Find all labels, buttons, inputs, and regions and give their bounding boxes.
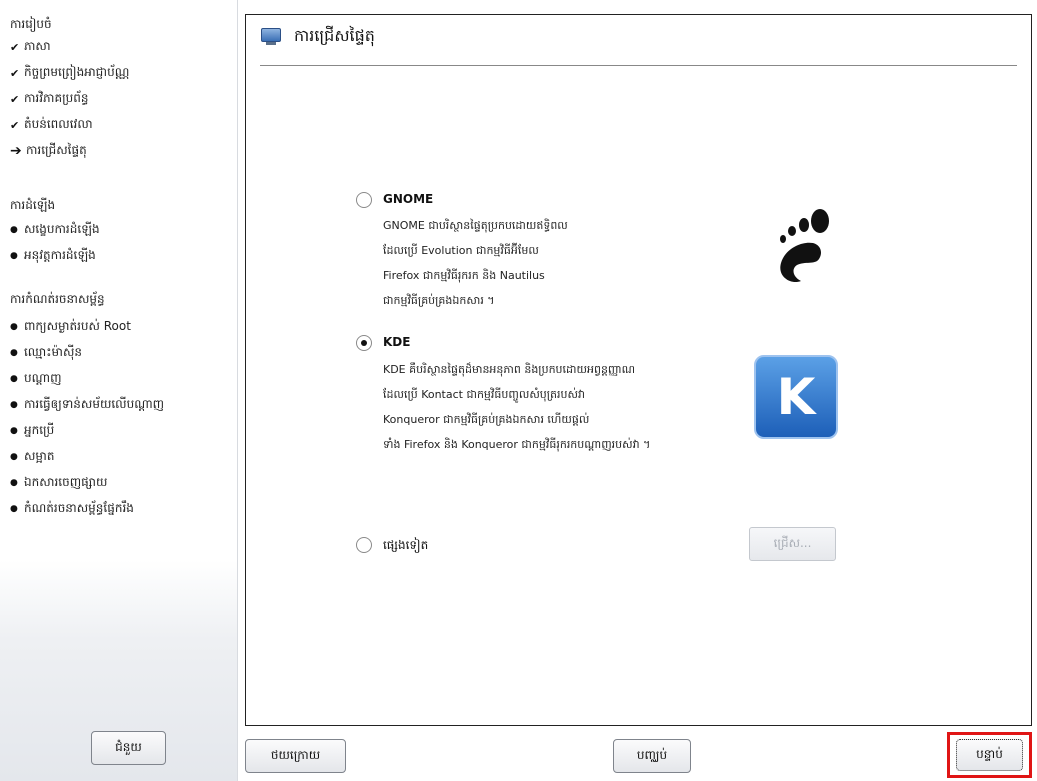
sidebar-step-label: ឯកសារចេញផ្សាយ	[24, 475, 108, 489]
section-title-configuration: ការកំណត់រចនាសម្ព័ន្ធ	[10, 292, 105, 306]
cancel-button[interactable]: បញ្ឈប់	[613, 739, 691, 773]
kde-description: KDE គឺបរិស្ថានផ្ទៃតុដ៏មានអនុភាព និងប្រកប…	[383, 357, 650, 457]
bullet-icon: ●	[10, 478, 18, 488]
checkmark-icon: ✔	[10, 40, 20, 54]
gnome-desc-line: ដែលប្រើ Evolution ជាកម្មវិធីអ៊ីមែល	[383, 244, 539, 257]
kde-desc-line: Konqueror ជាកម្មវិធីគ្រប់គ្រងឯកសារ ហើយផ្…	[383, 413, 590, 426]
sidebar-step-item: ● អនុវត្តការដំឡើង	[10, 247, 96, 265]
sidebar-step-label: កិច្ចព្រមព្រៀងអាជ្ញាប័ណ្ណ	[24, 65, 130, 79]
gnome-desc-line: GNOME ជាបរិស្ថានផ្ទៃតុប្រកបដោយឥទ្ធិពល	[383, 219, 568, 232]
sidebar-step-item: ● ឯកសារចេញផ្សាយ	[10, 474, 107, 492]
bullet-icon: ●	[10, 322, 18, 332]
sidebar-step-label: បណ្ដាញ	[24, 371, 62, 385]
sidebar-step-item: ● ពាក្យសម្ងាត់របស់ Root	[10, 318, 131, 336]
bullet-icon: ●	[10, 225, 18, 235]
gnome-radio[interactable]	[356, 192, 372, 208]
choose-button: ជ្រើស...	[749, 527, 836, 561]
sidebar-step-item: ✔ កិច្ចព្រមព្រៀងអាជ្ញាប័ណ្ណ	[10, 64, 129, 82]
sidebar-step-item: ● កំណត់រចនាសម្ព័ន្ធផ្នែករឹង	[10, 500, 134, 518]
kde-option-label[interactable]: KDE	[383, 335, 410, 349]
bullet-icon: ●	[10, 251, 18, 261]
kde-logo-icon: K	[754, 355, 838, 439]
page-title: ការជ្រើសផ្ទៃតុ	[294, 26, 375, 45]
gnome-description: GNOME ជាបរិស្ថានផ្ទៃតុប្រកបដោយឥទ្ធិពល ដែ…	[383, 213, 568, 313]
sidebar-step-item: ➔ ការជ្រើសផ្ទៃតុ	[10, 142, 87, 160]
sidebar-step-item: ● សង្ខេបការដំឡើង	[10, 221, 100, 239]
sidebar-step-label: ការវិភាគប្រព័ន្ធ	[24, 91, 89, 105]
sidebar-step-label: អ្នកប្រើ	[24, 423, 55, 437]
sidebar-step-item: ✔ តំបន់ពេលវេលា	[10, 116, 93, 134]
other-option-label[interactable]: ផ្សេងទៀត	[383, 537, 428, 555]
kde-desc-line: ដែលប្រើ Kontact ជាកម្មវិធីបញ្ចូលសំបុត្ររ…	[383, 388, 585, 401]
other-radio[interactable]	[356, 537, 372, 553]
bullet-icon: ●	[10, 374, 18, 384]
gnome-desc-line: ជាកម្មវិធីគ្រប់គ្រងឯកសារ ។	[383, 294, 495, 307]
kde-logo-letter: K	[776, 368, 816, 426]
sidebar-step-label: កំណត់រចនាសម្ព័ន្ធផ្នែករឹង	[24, 501, 134, 515]
bullet-icon: ●	[10, 426, 18, 436]
kde-radio[interactable]	[356, 335, 372, 351]
steps-sidebar: ការរៀបចំ ✔ ភាសា ✔ កិច្ចព្រមព្រៀងអាជ្ញាប័ណ្ណ…	[0, 0, 238, 781]
kde-desc-line: KDE គឺបរិស្ថានផ្ទៃតុដ៏មានអនុភាព និងប្រកប…	[383, 363, 636, 376]
sidebar-step-label: តំបន់ពេលវេលា	[24, 117, 93, 131]
sidebar-step-label: ការជ្រើសផ្ទៃតុ	[26, 143, 87, 157]
desktop-selection-panel: ការជ្រើសផ្ទៃតុ GNOME GNOME ជាបរិស្ថានផ្ទ…	[245, 14, 1032, 726]
current-arrow-icon: ➔	[10, 143, 22, 159]
gnome-foot-icon	[780, 209, 829, 283]
gnome-desc-line: Firefox ជាកម្មវិធីរុករក និង Nautilus	[383, 269, 545, 282]
sidebar-step-item: ● អ្នកប្រើ	[10, 422, 54, 440]
sidebar-step-label: ភាសា	[24, 39, 51, 53]
bullet-icon: ●	[10, 504, 18, 514]
section-title-installation: ការដំឡើង	[10, 198, 56, 212]
bullet-icon: ●	[10, 452, 18, 462]
help-button[interactable]: ជំនួយ	[91, 731, 166, 765]
sidebar-step-item: ● បណ្ដាញ	[10, 370, 62, 388]
sidebar-step-item: ● ឈ្មោះម៉ាស៊ីន	[10, 344, 82, 362]
next-button[interactable]: បន្ទាប់	[956, 739, 1023, 771]
section-title-setup: ការរៀបចំ	[10, 17, 52, 31]
sidebar-step-label: សង្ខេបការដំឡើង	[24, 222, 100, 236]
sidebar-step-label: ការធ្វើឲ្យទាន់សម័យលើបណ្ដាញ	[24, 397, 165, 411]
sidebar-step-item: ● ការធ្វើឲ្យទាន់សម័យលើបណ្ដាញ	[10, 396, 164, 414]
sidebar-step-label: ឈ្មោះម៉ាស៊ីន	[24, 345, 83, 359]
title-divider	[260, 65, 1017, 66]
sidebar-step-label: ពាក្យសម្ងាត់របស់ Root	[24, 319, 131, 333]
checkmark-icon: ✔	[10, 92, 20, 106]
next-button-highlight: បន្ទាប់	[947, 732, 1032, 778]
sidebar-step-item: ✔ ភាសា	[10, 38, 51, 56]
checkmark-icon: ✔	[10, 66, 20, 80]
gnome-option-label[interactable]: GNOME	[383, 192, 433, 206]
sidebar-step-label: អនុវត្តការដំឡើង	[24, 248, 96, 262]
back-button[interactable]: ថយក្រោយ	[245, 739, 346, 773]
sidebar-step-label: សម្អាត	[24, 449, 55, 463]
bullet-icon: ●	[10, 400, 18, 410]
kde-desc-line: ទាំង Firefox និង Konqueror ជាកម្មវិធីរុក…	[383, 438, 651, 451]
sidebar-step-item: ● សម្អាត	[10, 448, 54, 466]
page-header: ការជ្រើសផ្ទៃតុ	[260, 25, 375, 49]
checkmark-icon: ✔	[10, 118, 20, 132]
monitor-icon	[260, 28, 282, 46]
bullet-icon: ●	[10, 348, 18, 358]
sidebar-step-item: ✔ ការវិភាគប្រព័ន្ធ	[10, 90, 89, 108]
